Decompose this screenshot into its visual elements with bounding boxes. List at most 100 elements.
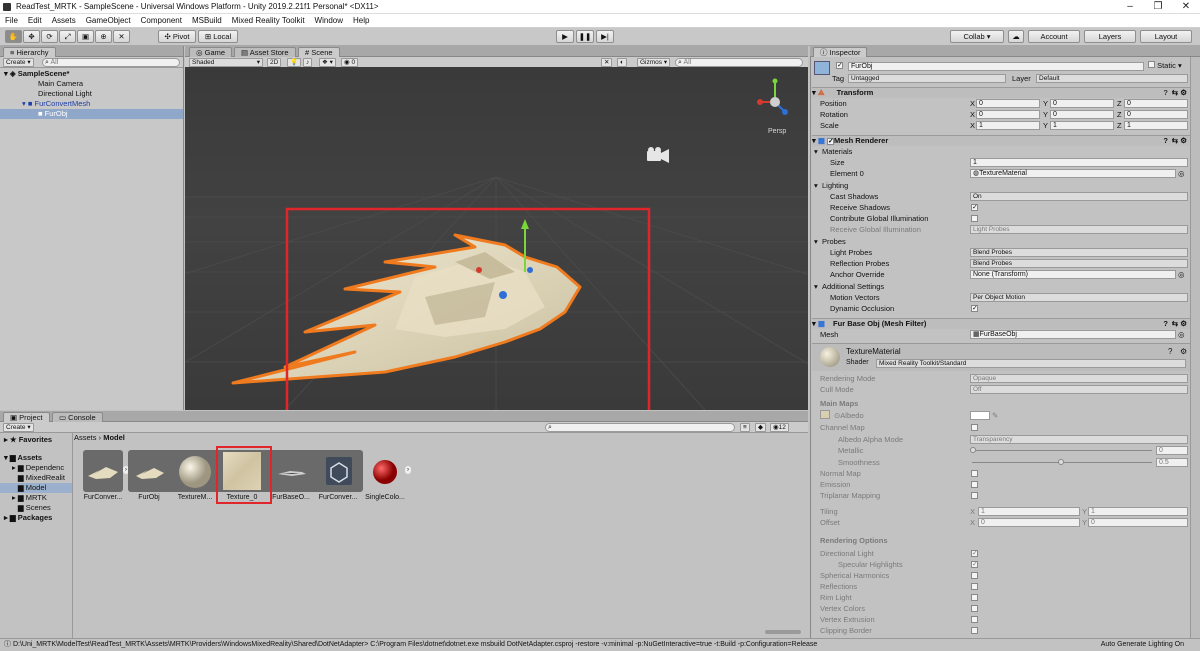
scale-tool-icon[interactable]: ⤢: [59, 30, 76, 43]
albedo-texture-slot[interactable]: [820, 410, 830, 419]
menu-edit[interactable]: Edit: [28, 14, 42, 27]
tree-assets[interactable]: ▾ ▆ Assets: [0, 453, 70, 463]
audio-toggle-icon[interactable]: ♪: [303, 58, 313, 67]
spherical-harmonics-checkbox[interactable]: [971, 572, 978, 579]
scale-z-field[interactable]: 1: [1124, 121, 1188, 130]
inspector-scrollbar[interactable]: [1190, 57, 1200, 638]
help-icon[interactable]: ?: [1163, 88, 1168, 98]
asset-furconvertmesh-model[interactable]: FurConver...: [80, 452, 126, 501]
lighting-toggle-icon[interactable]: 💡: [287, 58, 302, 67]
hierarchy-search-input[interactable]: ⌕ All: [42, 58, 180, 67]
asset-furconvertmesh-script[interactable]: FurConver...: [315, 452, 361, 501]
preset-icon[interactable]: ⇆: [1172, 136, 1178, 146]
motion-vectors-dropdown[interactable]: Per Object Motion: [970, 293, 1188, 302]
asset-texturematerial[interactable]: TextureM...: [172, 452, 218, 501]
settings-icon[interactable]: ⚙: [1180, 88, 1187, 98]
tree-model[interactable]: ▸ ▆ Model: [0, 483, 72, 493]
position-y-field[interactable]: 0: [1050, 99, 1114, 108]
layout-dropdown[interactable]: Layout: [1140, 30, 1192, 43]
clipping-border-checkbox[interactable]: [971, 627, 978, 634]
anchor-override-field[interactable]: None (Transform): [970, 270, 1176, 279]
pause-button[interactable]: ❚❚: [576, 30, 594, 43]
transform-header[interactable]: ▾ ⟁ Transform ? ⇆ ⚙: [812, 87, 1190, 98]
directional-light-checkbox[interactable]: ✓: [971, 550, 978, 557]
reflection-probes-dropdown[interactable]: Blend Probes: [970, 259, 1188, 268]
gizmos-dropdown[interactable]: Gizmos ▾: [637, 58, 671, 67]
persp-label[interactable]: Persp: [768, 128, 786, 135]
custom-tool-icon[interactable]: ✕: [113, 30, 130, 43]
cast-shadows-dropdown[interactable]: On: [970, 192, 1188, 201]
tiling-x-field[interactable]: 1: [978, 507, 1080, 516]
mesh-renderer-enabled-checkbox[interactable]: ✓: [827, 138, 835, 145]
mesh-filter-header[interactable]: ▾ ▦ Fur Base Obj (Mesh Filter) ? ⇆ ⚙: [812, 318, 1190, 329]
cloud-icon[interactable]: ☁: [1008, 30, 1024, 43]
hierarchy-item-furconvertmesh[interactable]: ▾ ■ FurConvertMesh: [0, 99, 183, 109]
emission-checkbox[interactable]: [971, 481, 978, 488]
breadcrumb-model[interactable]: Model: [103, 433, 125, 442]
rotation-y-field[interactable]: 0: [1050, 110, 1114, 119]
transform-tool-icon[interactable]: ⊕: [95, 30, 112, 43]
minimize-button[interactable]: –: [1116, 0, 1144, 13]
eyedropper-icon[interactable]: ✎: [992, 410, 998, 421]
vertex-extrusion-checkbox[interactable]: [971, 616, 978, 623]
scene-canvas[interactable]: Persp: [185, 67, 808, 410]
object-name-field[interactable]: FurObj: [848, 62, 1144, 71]
thumbnail-size-slider[interactable]: [765, 630, 801, 634]
object-picker-icon[interactable]: ◎: [1178, 329, 1185, 340]
mesh-field[interactable]: ▦FurBaseObj: [970, 330, 1176, 339]
light-probes-dropdown[interactable]: Blend Probes: [970, 248, 1188, 257]
rendering-mode-dropdown[interactable]: Opaque: [970, 374, 1188, 383]
menu-msbuild[interactable]: MSBuild: [192, 14, 222, 27]
menu-component[interactable]: Component: [141, 14, 182, 27]
hierarchy-item-scene[interactable]: ▾ ◈ SampleScene*: [0, 69, 183, 79]
settings-icon[interactable]: ⚙: [1180, 319, 1187, 329]
account-dropdown[interactable]: Account: [1028, 30, 1080, 43]
maximize-button[interactable]: ❐: [1144, 0, 1172, 13]
move-tool-icon[interactable]: ✥: [23, 30, 40, 43]
static-checkbox[interactable]: [1148, 61, 1155, 68]
asset-singlecolor[interactable]: SingleColo...: [362, 452, 408, 501]
vertex-colors-checkbox[interactable]: [971, 605, 978, 612]
tab-hierarchy[interactable]: ≡ Hierarchy: [3, 47, 56, 57]
pivot-toggle[interactable]: ✣ Pivot: [158, 30, 196, 43]
preset-icon[interactable]: ⇆: [1172, 88, 1178, 98]
cull-mode-dropdown[interactable]: Off: [970, 385, 1188, 394]
smoothness-field[interactable]: 0.5: [1156, 458, 1188, 467]
shading-mode-dropdown[interactable]: Shaded ▾: [189, 58, 263, 67]
dynamic-occlusion-checkbox[interactable]: ✓: [971, 305, 978, 312]
smoothness-slider-handle[interactable]: [1058, 459, 1064, 465]
tab-project[interactable]: ▣ Project: [3, 412, 50, 422]
triplanar-checkbox[interactable]: [971, 492, 978, 499]
materials-foldout[interactable]: ▾ Materials: [812, 146, 1190, 157]
effects-toggle-icon[interactable]: ❖ ▾: [319, 58, 336, 67]
preset-icon[interactable]: ⇆: [1172, 319, 1178, 329]
hidden-objects-toggle[interactable]: ◉ 0: [341, 58, 359, 67]
tree-mixedreality[interactable]: ▸ ▆ MixedRealit: [0, 473, 70, 483]
tab-scene[interactable]: # Scene: [298, 47, 340, 57]
albedo-color-swatch[interactable]: [970, 411, 990, 420]
tab-game[interactable]: ◎ Game: [189, 47, 233, 57]
menu-mixed-reality-toolkit[interactable]: Mixed Reality Toolkit: [232, 14, 305, 27]
hierarchy-item-directional-light[interactable]: Directional Light: [0, 89, 183, 99]
object-picker-icon[interactable]: ◎: [1178, 269, 1185, 280]
rim-light-checkbox[interactable]: [971, 594, 978, 601]
menu-file[interactable]: File: [5, 14, 18, 27]
layers-dropdown[interactable]: Layers: [1084, 30, 1136, 43]
status-message[interactable]: D:\Uni_MRTK\ModelTest\ReadTest_MRTK\Asse…: [13, 641, 817, 648]
contribute-gi-checkbox[interactable]: [971, 215, 978, 222]
offset-x-field[interactable]: 0: [978, 518, 1080, 527]
asset-furobj[interactable]: FurObj: [126, 452, 172, 501]
layer-dropdown[interactable]: Default: [1036, 74, 1188, 83]
help-icon[interactable]: ?: [1163, 136, 1168, 146]
probes-foldout[interactable]: ▾ Probes: [812, 236, 1190, 247]
metallic-field[interactable]: 0: [1156, 446, 1188, 455]
camera-settings-icon[interactable]: ◐: [617, 58, 627, 67]
position-x-field[interactable]: 0: [976, 99, 1040, 108]
reflections-checkbox[interactable]: [971, 583, 978, 590]
help-icon[interactable]: ?: [1168, 347, 1172, 356]
channel-map-checkbox[interactable]: [971, 424, 978, 431]
scene-search-input[interactable]: ⌕ All: [675, 58, 803, 67]
metallic-slider-handle[interactable]: [970, 447, 976, 453]
hand-tool-icon[interactable]: ✋: [5, 30, 22, 43]
hierarchy-create-button[interactable]: Create ▾: [3, 58, 34, 67]
